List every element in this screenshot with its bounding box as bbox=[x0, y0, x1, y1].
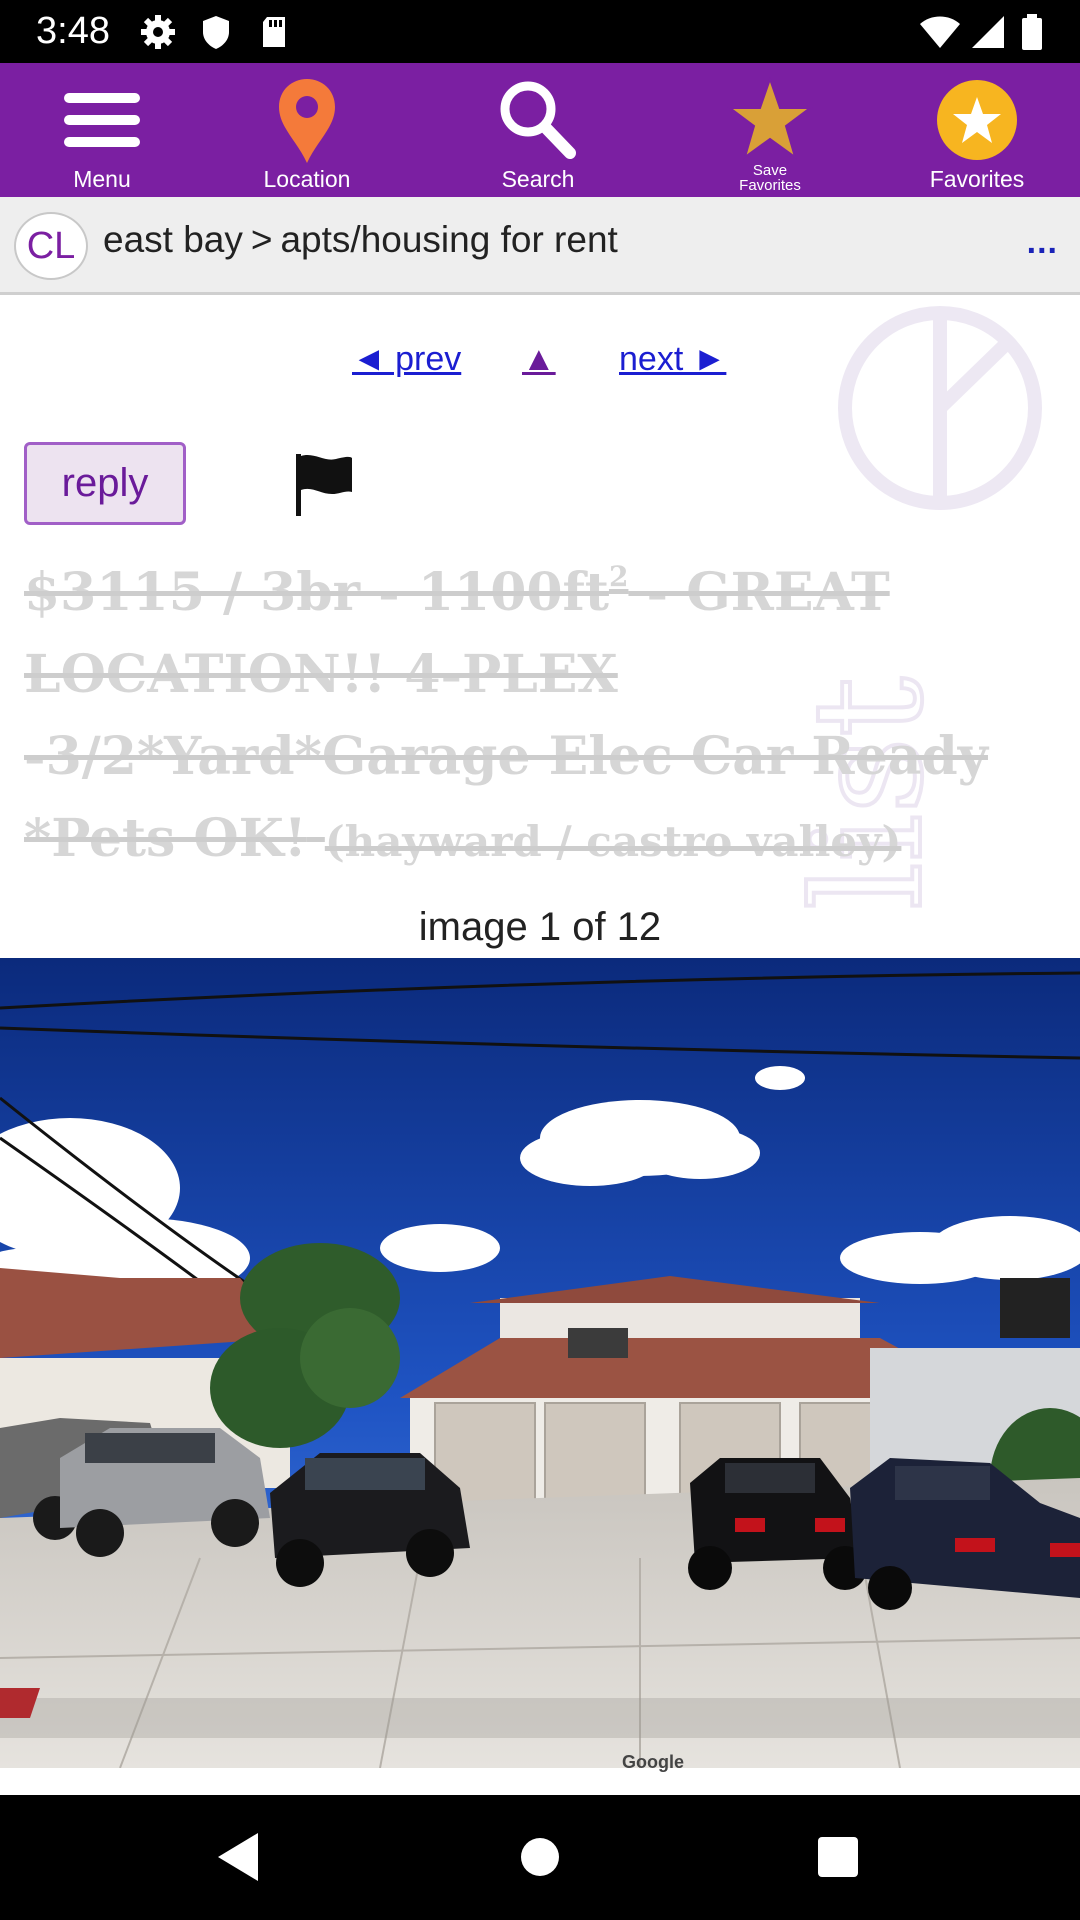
menu-button[interactable]: Menu bbox=[12, 63, 192, 197]
save-favorites-line2: Favorites bbox=[739, 177, 801, 194]
star-icon bbox=[727, 77, 813, 160]
title-superscript: 2 bbox=[608, 560, 629, 593]
location-pin-icon bbox=[279, 79, 335, 163]
breadcrumb-region[interactable]: east bay bbox=[103, 219, 243, 260]
posting-location: (hayward / castro valley) bbox=[324, 817, 902, 866]
signal-icon bbox=[972, 16, 1004, 48]
location-button[interactable]: Location bbox=[217, 63, 397, 197]
search-label: Search bbox=[501, 166, 575, 192]
search-button[interactable]: Search bbox=[448, 63, 628, 197]
reply-button[interactable]: reply bbox=[24, 442, 186, 525]
breadcrumb-bar: CL east bay > apts/housing for rent ... bbox=[0, 197, 1080, 295]
breadcrumb: east bay > apts/housing for rent bbox=[103, 219, 618, 261]
star-circle-icon bbox=[937, 80, 1017, 160]
save-favorites-label: Save Favorites bbox=[680, 163, 860, 193]
prev-link[interactable]: ◄ prev bbox=[352, 340, 461, 379]
shield-icon bbox=[203, 16, 229, 49]
breadcrumb-category[interactable]: apts/housing for rent bbox=[280, 219, 617, 260]
home-icon[interactable] bbox=[508, 1825, 572, 1889]
status-bar: 3:48 bbox=[0, 0, 1080, 63]
status-time: 3:48 bbox=[36, 10, 110, 52]
map-credit: Google bbox=[622, 1752, 684, 1772]
save-favorites-button[interactable]: Save Favorites bbox=[680, 63, 860, 197]
posting-navigation: ◄ prev ▲ next ► bbox=[0, 340, 1080, 390]
app-toolbar: Menu Location Search Save Favorites Favo… bbox=[0, 63, 1080, 197]
flag-icon[interactable] bbox=[294, 452, 356, 518]
menu-label: Menu bbox=[73, 166, 131, 192]
image-counter: image 1 of 12 bbox=[418, 905, 662, 949]
up-link[interactable]: ▲ bbox=[522, 340, 556, 379]
sd-card-icon bbox=[263, 17, 285, 47]
title-main: $3115 / 3br - 1100ft bbox=[24, 562, 609, 623]
wifi-icon bbox=[920, 16, 960, 48]
posting-title: $3115 / 3br - 1100ft2 - GREAT LOCATION!!… bbox=[24, 552, 1014, 883]
system-nav-bar bbox=[0, 1795, 1080, 1920]
breadcrumb-separator: > bbox=[250, 219, 273, 260]
street-view-image bbox=[0, 958, 1080, 1768]
battery-icon bbox=[1022, 14, 1042, 50]
recents-icon[interactable] bbox=[806, 1825, 870, 1889]
favorites-label: Favorites bbox=[929, 166, 1025, 192]
next-link[interactable]: next ► bbox=[619, 340, 726, 379]
gear-icon bbox=[141, 15, 175, 49]
favorites-button[interactable]: Favorites bbox=[887, 63, 1067, 197]
more-options-button[interactable]: ... bbox=[1027, 223, 1058, 262]
craigslist-logo[interactable]: CL bbox=[14, 212, 88, 280]
hamburger-menu-icon bbox=[64, 93, 140, 147]
location-label: Location bbox=[263, 166, 351, 192]
search-icon bbox=[500, 81, 576, 159]
listing-photo[interactable] bbox=[0, 958, 1080, 1768]
back-icon[interactable] bbox=[206, 1825, 270, 1889]
